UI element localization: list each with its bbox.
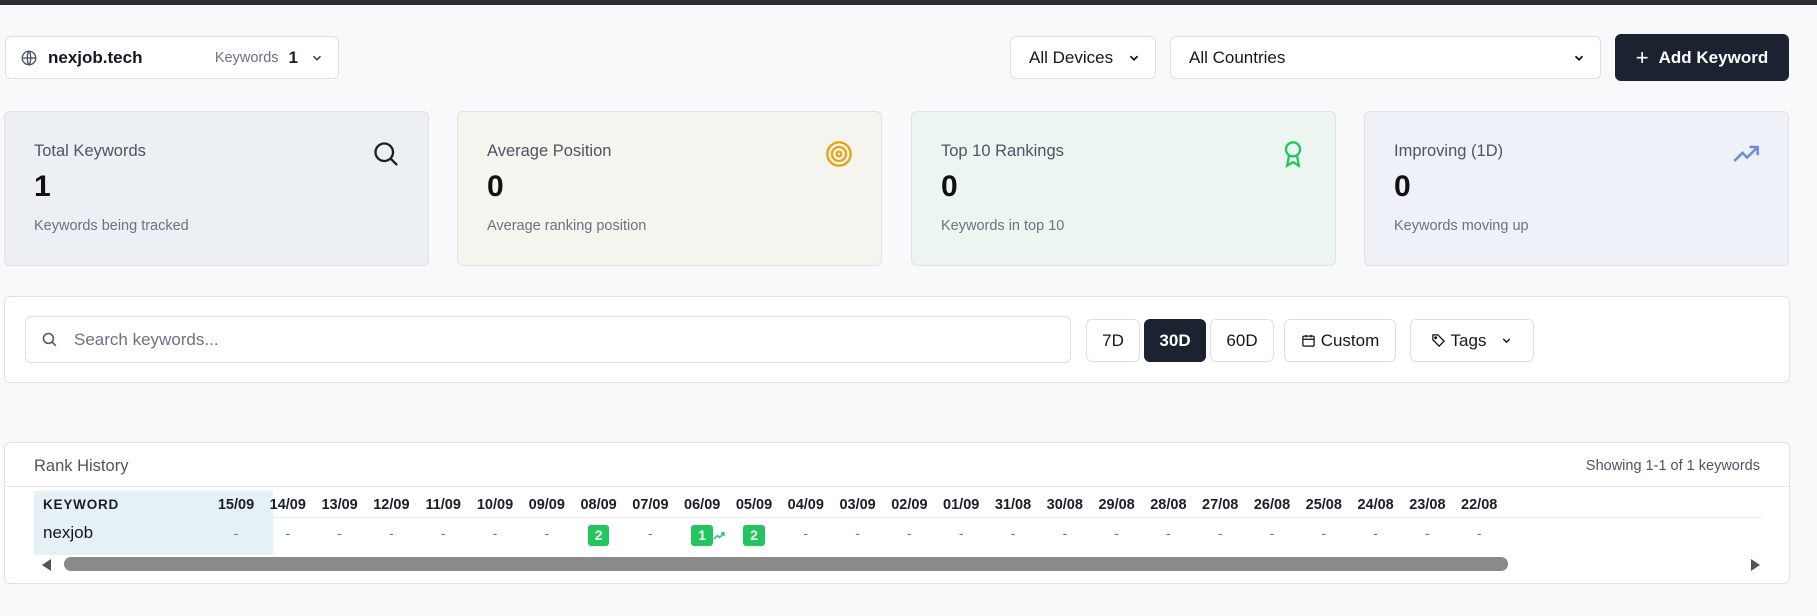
stat-value: 0 [941, 170, 958, 203]
countries-select[interactable]: All Countries [1170, 36, 1601, 79]
rank-badge: 2 [743, 525, 765, 546]
stat-subtitle: Average ranking position [487, 218, 647, 234]
keywords-count: 1 [288, 47, 298, 67]
stat-card-top-10-rankings: Top 10 Rankings 0 Keywords in top 10 [911, 111, 1336, 266]
tags-dropdown[interactable]: Tags [1410, 319, 1534, 362]
stat-value: 1 [34, 170, 51, 203]
custom-range-label: Custom [1320, 330, 1380, 350]
range-60d-button[interactable]: 60D [1210, 319, 1274, 362]
stat-subtitle: Keywords being tracked [34, 218, 189, 234]
trending-up-icon [1733, 145, 1759, 162]
keywords-label: Keywords [214, 49, 279, 66]
scroll-right-arrow[interactable] [1751, 559, 1760, 571]
stat-card-improving: Improving (1D) 0 Keywords moving up [1364, 111, 1789, 266]
chevron-down-icon [1503, 338, 1511, 344]
tag-icon [1431, 334, 1445, 348]
add-keyword-label: Add Keyword [1658, 47, 1769, 67]
stat-title: Top 10 Rankings [941, 142, 1064, 160]
globe-icon [21, 49, 37, 66]
header-divider [34, 517, 1762, 518]
search-icon [374, 142, 398, 166]
search-input[interactable] [74, 329, 1034, 350]
horizontal-scrollbar[interactable] [34, 556, 1764, 572]
devices-select-value: All Devices [1029, 47, 1114, 67]
search-icon [42, 332, 57, 347]
stat-title: Average Position [487, 142, 612, 160]
rank-history-title: Rank History [34, 457, 129, 475]
stat-value: 0 [1394, 170, 1411, 203]
add-keyword-button[interactable]: + Add Keyword [1615, 34, 1789, 81]
date-column-header: 22/08 [1461, 497, 1498, 513]
site-domain: nexjob.tech [48, 47, 143, 67]
devices-select[interactable]: All Devices [1010, 36, 1156, 79]
stat-value: 0 [487, 170, 504, 203]
stat-title: Improving (1D) [1394, 142, 1504, 160]
chevron-down-icon [1574, 55, 1584, 61]
calendar-icon [1301, 334, 1315, 347]
site-selector[interactable]: nexjob.tech Keywords 1 [5, 36, 339, 79]
stat-subtitle: Keywords moving up [1394, 218, 1529, 234]
stat-card-average-position: Average Position 0 Average ranking posit… [457, 111, 882, 266]
showing-count: Showing 1-1 of 1 keywords [1585, 458, 1760, 474]
rank-history-table: KEYWORD nexjob 15/09-14/09-13/09-12/09-1… [34, 491, 1762, 555]
range-7d-button[interactable]: 7D [1086, 319, 1140, 362]
rank-badge: 2 [587, 525, 610, 546]
keyword-name[interactable]: nexjob [43, 523, 93, 543]
chevron-down-icon [312, 55, 322, 61]
countries-select-value: All Countries [1189, 47, 1286, 67]
scrollbar-thumb[interactable] [64, 557, 1508, 571]
range-30d-button[interactable]: 30D [1144, 319, 1206, 362]
search-box[interactable] [25, 316, 1071, 363]
top-border [0, 0, 1817, 5]
custom-range-button[interactable]: Custom [1284, 319, 1396, 362]
target-icon [826, 141, 852, 167]
scroll-left-arrow[interactable] [42, 559, 51, 571]
chevron-down-icon [1129, 55, 1139, 61]
plus-icon: + [1635, 44, 1649, 70]
stat-card-total-keywords: Total Keywords 1 Keywords being tracked [4, 111, 429, 266]
keyword-column-header: KEYWORD [43, 497, 120, 512]
stat-subtitle: Keywords in top 10 [941, 218, 1065, 234]
award-icon [1284, 141, 1302, 168]
rank-cell-empty: - [1476, 525, 1482, 541]
stat-title: Total Keywords [34, 142, 146, 160]
rank-history-panel: Rank History Showing 1-1 of 1 keywords K… [4, 442, 1790, 584]
filter-bar: 7D 30D 60D Custom Tags [4, 296, 1790, 383]
tags-label: Tags [1450, 330, 1487, 350]
divider [5, 486, 1789, 487]
rank-badge: 1 [691, 525, 714, 546]
